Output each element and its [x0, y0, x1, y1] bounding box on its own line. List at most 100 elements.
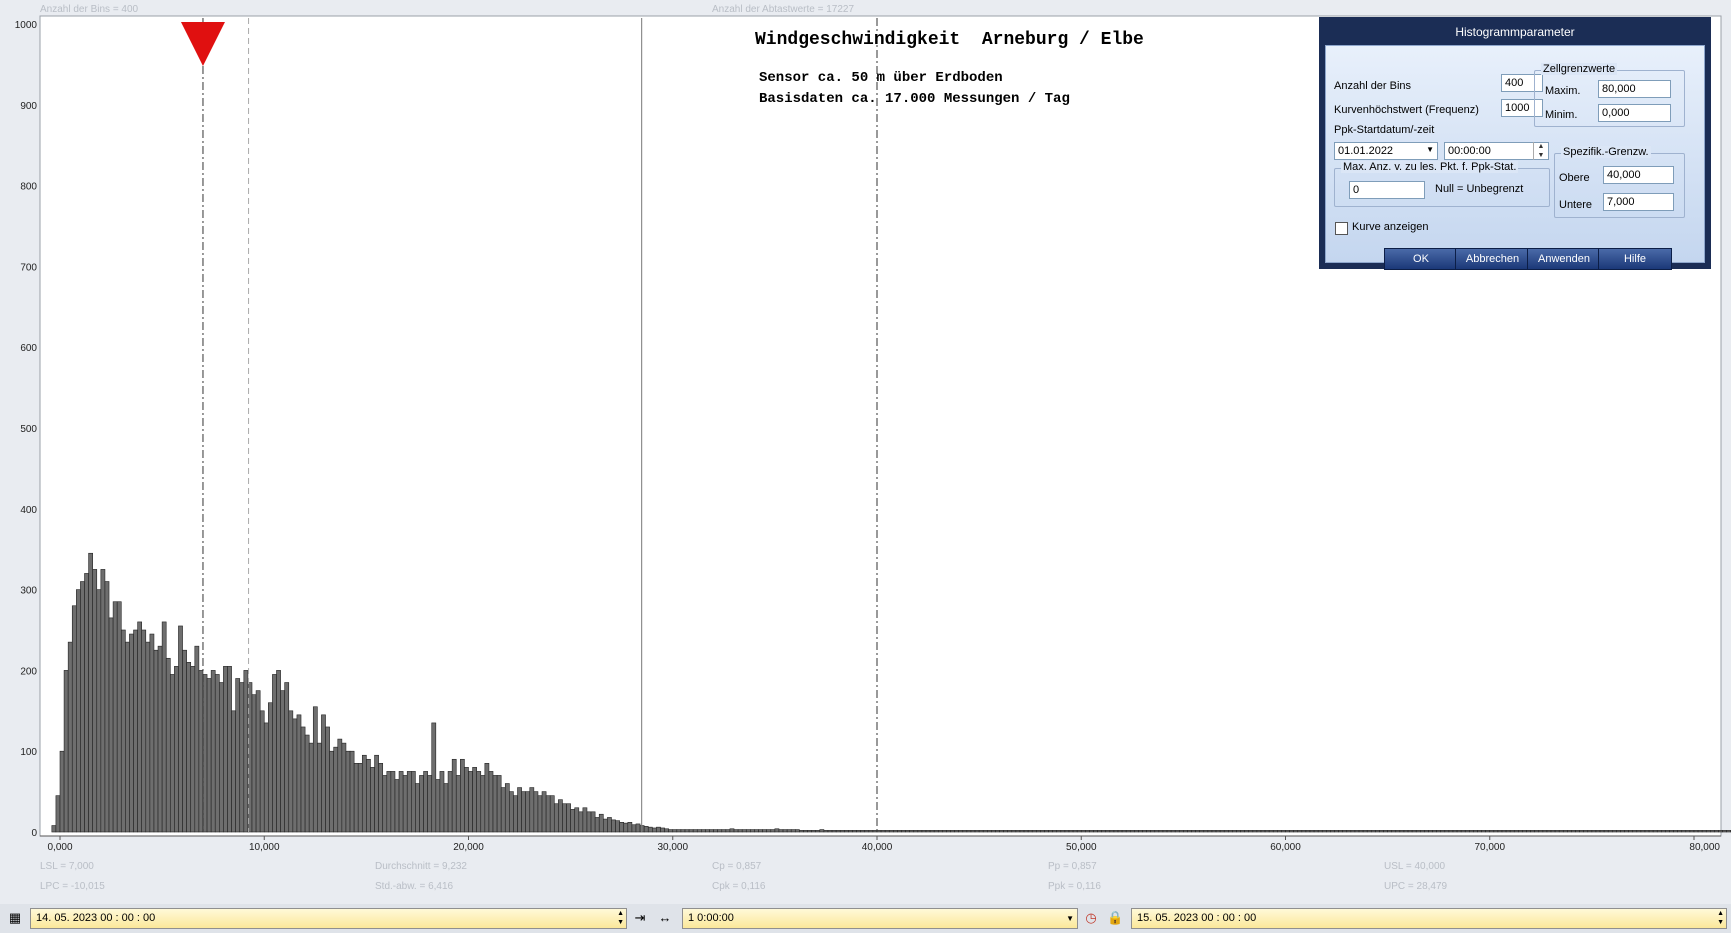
histogram-bar [272, 674, 277, 833]
histogram-bar [913, 830, 919, 833]
histogram-bar [341, 742, 347, 833]
histogram-bar [455, 775, 461, 833]
histogram-bar [1362, 830, 1368, 833]
histogram-bar [1346, 830, 1352, 833]
histogram-bar [1652, 830, 1658, 833]
histogram-bar [978, 830, 984, 833]
histogram-bar [656, 826, 661, 833]
histogram-bar [1697, 830, 1703, 833]
histogram-bar [357, 763, 363, 833]
histogram-bar [1174, 830, 1180, 833]
x-tick-label: 70,000 [1474, 842, 1505, 853]
help-button[interactable]: Hilfe [1598, 248, 1672, 270]
lower-limit-input[interactable] [1603, 193, 1674, 211]
histogram-bar [1219, 830, 1225, 833]
histogram-bar [1007, 830, 1013, 833]
start-time-input[interactable]: 00:00:00 ▲ ▼ [1444, 142, 1549, 160]
histogram-bar [1489, 830, 1495, 833]
histogram-bar [807, 830, 812, 833]
max-points-input[interactable] [1349, 181, 1425, 199]
histogram-bar [174, 666, 179, 833]
spinner-icon[interactable]: ▲ ▼ [1533, 142, 1548, 160]
histogram-bar [598, 813, 604, 833]
x-tick-label: 0,000 [47, 842, 72, 853]
histogram-bar [67, 641, 73, 833]
histogram-parameter-dialog: Histogrammparameter Anzahl der Bins Kurv… [1319, 17, 1711, 270]
end-datetime-field[interactable]: 15. 05. 2023 00 : 00 : 00 ▲ ▼ [1131, 908, 1727, 929]
histogram-bar [1456, 830, 1462, 833]
histogram-bar [1473, 830, 1478, 833]
start-date-select[interactable]: 01.01.2022 ▼ [1334, 142, 1438, 160]
histogram-bar [366, 758, 371, 833]
histogram-bar [1534, 830, 1540, 833]
chart-title: Windgeschwindigkeit Arneburg / Elbe [755, 30, 1144, 50]
max-label: Maxim. [1545, 85, 1581, 97]
start-spinner-icon[interactable]: ▲ ▼ [617, 909, 624, 927]
histogram-bar [1154, 830, 1160, 833]
histogram-bar [443, 783, 449, 833]
histogram-bar [635, 823, 641, 833]
histogram-bar [394, 779, 400, 833]
histogram-bar [1191, 830, 1196, 833]
histogram-bar [1546, 830, 1552, 833]
histogram-bar [1121, 830, 1127, 833]
histogram-bar [1632, 830, 1638, 833]
time-range-bar: ▦ 14. 05. 2023 00 : 00 : 00 ▲ ▼ ⇥ ↔ 1 0:0… [0, 904, 1731, 933]
histogram-bar [1305, 830, 1311, 833]
start-datetime-field[interactable]: 14. 05. 2023 00 : 00 : 00 ▲ ▼ [30, 908, 627, 929]
histogram-bar [104, 581, 110, 833]
histogram-bar [1587, 830, 1593, 833]
apply-button[interactable]: Anwenden [1527, 248, 1601, 270]
histogram-bar [333, 746, 339, 833]
histogram-bar [337, 738, 343, 833]
histogram-bar [1044, 830, 1049, 833]
histogram-bar [1395, 830, 1401, 833]
histogram-bar [374, 754, 379, 833]
histogram-bar [296, 714, 302, 833]
lock-icon[interactable]: 🔒 [1107, 910, 1123, 926]
histogram-bar [378, 763, 384, 833]
clock-icon[interactable]: ◷ [1083, 910, 1099, 926]
end-spinner-icon[interactable]: ▲ ▼ [1717, 909, 1724, 927]
histogram-bar [186, 662, 192, 833]
histogram-bar [1522, 830, 1527, 833]
histogram-bar [1162, 830, 1168, 833]
histogram-bar [112, 601, 118, 833]
shrink-range-icon[interactable]: ⇥ [632, 910, 648, 926]
histogram-bar [1705, 830, 1711, 833]
histogram-bar [133, 629, 138, 833]
min-input[interactable] [1598, 104, 1671, 122]
chevron-down-icon[interactable]: ▼ [1426, 145, 1434, 154]
histogram-bar [1150, 830, 1156, 833]
histogram-bar [1612, 830, 1617, 833]
histogram-bar [406, 771, 412, 833]
ok-button[interactable]: OK [1384, 248, 1458, 270]
histogram-bar [1481, 830, 1486, 833]
cancel-button[interactable]: Abbrechen [1455, 248, 1530, 270]
chevron-down-icon[interactable]: ▼ [1066, 909, 1074, 928]
end-datetime-value: 15. 05. 2023 00 : 00 : 00 [1137, 912, 1257, 924]
calendar-icon[interactable]: ▦ [7, 910, 23, 926]
histogram-bar [1076, 830, 1082, 833]
histogram-bar [786, 829, 792, 833]
histogram-bar [1052, 830, 1058, 833]
spec-limits-group: Spezifik.-Grenzw. Obere Untere [1554, 146, 1685, 218]
interval-field[interactable]: 1 0:00:00 ▼ [682, 908, 1078, 929]
histogram-bar [1567, 830, 1572, 833]
upper-limit-input[interactable] [1603, 166, 1674, 184]
histogram-bar [1526, 830, 1531, 833]
histogram-bar [827, 830, 833, 833]
histogram-bar [647, 826, 653, 833]
histogram-bar [1240, 830, 1245, 833]
max-input[interactable] [1598, 80, 1671, 98]
histogram-bar [59, 750, 65, 833]
histogram-bar [161, 621, 167, 833]
x-tick-label: 50,000 [1066, 842, 1097, 853]
histogram-bar [1493, 830, 1499, 833]
histogram-bar [1354, 830, 1360, 833]
histogram-bar [214, 674, 220, 833]
show-curve-checkbox[interactable] [1335, 222, 1348, 235]
histogram-bar [1420, 830, 1425, 833]
expand-range-icon[interactable]: ↔ [657, 910, 673, 926]
histogram-bar [950, 830, 955, 833]
